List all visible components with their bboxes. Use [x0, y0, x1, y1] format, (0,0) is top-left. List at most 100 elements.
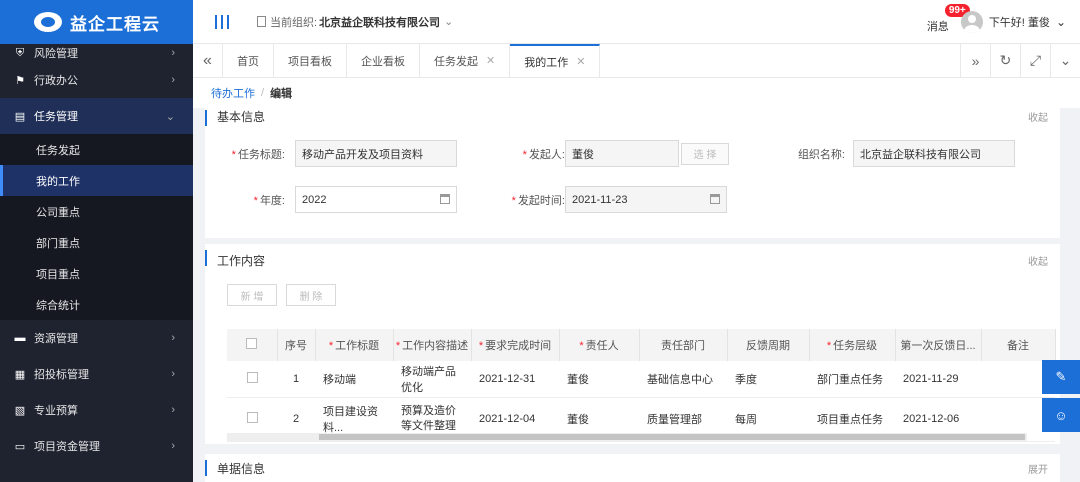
- field-value: 北京益企联科技有限公司: [860, 148, 981, 161]
- user-greeting[interactable]: 下午好! 董俊: [989, 14, 1050, 30]
- messages-label: 消息: [926, 21, 949, 33]
- menu-toggle-icon[interactable]: [215, 14, 229, 29]
- refresh-icon[interactable]: ↻: [990, 44, 1020, 77]
- doc-info-panel: 单据信息 展开: [205, 454, 1060, 482]
- close-icon[interactable]: ✕: [576, 55, 585, 68]
- cell-first-feedback: 2021-11-29: [895, 361, 981, 398]
- flag-icon: ⚑: [15, 74, 25, 87]
- org-name-input[interactable]: 北京益企联科技有限公司: [853, 140, 1015, 167]
- task-title-input[interactable]: 移动产品开发及项目资料: [295, 140, 457, 167]
- submenu-item-project-focus[interactable]: 项目重点: [0, 258, 193, 289]
- submenu-item-task-start[interactable]: 任务发起: [0, 134, 193, 165]
- org-name: 北京益企联科技有限公司: [319, 16, 441, 29]
- top-header: 当前组织: 北京益企联科技有限公司 ⌄ 消息 99+ 下午好! 董俊 ⌄: [193, 0, 1080, 44]
- sidebar-item-funds[interactable]: ▭ 项目资金管理 ›: [0, 428, 193, 464]
- row-checkbox[interactable]: [246, 412, 258, 423]
- start-time-picker[interactable]: 2021-11-23: [565, 186, 727, 213]
- org-name-field: 组织名称: 北京益企联科技有限公司: [775, 140, 1015, 167]
- submenu-item-my-work[interactable]: 我的工作: [0, 165, 193, 196]
- calendar-icon: [710, 194, 720, 204]
- field-label: 任务标题:: [237, 148, 285, 161]
- avatar[interactable]: [960, 11, 983, 33]
- work-content-panel: 工作内容 收起 新 增 删 除 序号 * 工作标题 * 工作内容描述 * 要求完成时间…: [205, 244, 1060, 444]
- column-header: 第一次反馈日...: [895, 329, 982, 361]
- cell-due: 2021-12-31: [471, 361, 559, 398]
- clipboard-icon: ▤: [14, 110, 26, 123]
- year-field: * 年度: 2022: [215, 186, 457, 213]
- sidebar-item-label: 专业预算: [34, 405, 78, 417]
- chevron-right-icon: ›: [171, 74, 175, 86]
- submenu-item-statistics[interactable]: 综合统计: [0, 289, 193, 320]
- field-label: 发起人:: [528, 148, 565, 161]
- field-value: 2021-11-23: [572, 193, 628, 206]
- column-header: * 要求完成时间: [471, 329, 560, 361]
- chevron-down-icon[interactable]: ⌄: [1056, 15, 1066, 29]
- delete-row-button[interactable]: 删 除: [286, 284, 336, 306]
- work-content-table: 序号 * 工作标题 * 工作内容描述 * 要求完成时间 * 责任人 责任部门 反馈周期 …: [227, 329, 1056, 442]
- choose-initiator-button[interactable]: 选 择: [681, 142, 729, 165]
- tab-project-board[interactable]: 项目看板: [274, 44, 347, 77]
- add-row-button[interactable]: 新 增: [227, 284, 277, 306]
- submenu-item-company-focus[interactable]: 公司重点: [0, 196, 193, 227]
- cell-desc: 移动端产品优化: [393, 361, 471, 398]
- sidebar-item-task-management[interactable]: ▤ 任务管理 ⌄: [0, 98, 193, 134]
- section-title: 基本信息: [217, 109, 266, 124]
- document-icon: ▦: [14, 368, 26, 381]
- cell-no: 1: [277, 361, 315, 398]
- wallet-icon: ▭: [14, 440, 26, 453]
- breadcrumb-parent[interactable]: 待办工作: [211, 85, 255, 101]
- column-header: 责任部门: [639, 329, 728, 361]
- contact-icon[interactable]: ☺: [1042, 398, 1080, 432]
- fullscreen-icon[interactable]: ⤢: [1020, 44, 1050, 77]
- tab-task-start[interactable]: 任务发起 ✕: [420, 44, 511, 77]
- tab-home[interactable]: 首页: [223, 44, 274, 77]
- select-all-checkbox[interactable]: [246, 338, 258, 349]
- messages-button[interactable]: 消息 99+: [926, 4, 970, 34]
- column-header: 备注: [981, 329, 1056, 361]
- org-prefix: 当前组织:: [270, 16, 318, 29]
- close-icon[interactable]: ✕: [486, 54, 495, 67]
- edit-note-icon[interactable]: ✎: [1042, 360, 1080, 394]
- column-header: * 任务层级: [809, 329, 896, 361]
- field-value: 2022: [302, 193, 327, 206]
- year-picker[interactable]: 2022: [295, 186, 457, 213]
- basic-info-collapse[interactable]: 收起: [1028, 109, 1048, 124]
- initiator-input[interactable]: 董俊: [565, 140, 679, 167]
- app-logo[interactable]: 益企工程云: [0, 0, 193, 44]
- org-selector[interactable]: 当前组织: 北京益企联科技有限公司 ⌄: [257, 14, 453, 30]
- column-header: * 工作内容描述: [393, 329, 472, 361]
- tab-enterprise-board[interactable]: 企业看板: [347, 44, 420, 77]
- cell-level: 部门重点任务: [809, 361, 895, 398]
- chevron-right-icon: ›: [171, 332, 175, 344]
- field-label: 发起时间:: [517, 194, 565, 207]
- tabs-scroll-right-icon[interactable]: »: [960, 44, 990, 77]
- section-title: 工作内容: [217, 253, 266, 268]
- breadcrumb-separator: /: [261, 87, 265, 99]
- chevron-right-icon: ›: [171, 368, 175, 380]
- tab-label: 企业看板: [361, 55, 405, 68]
- scrollbar-thumb[interactable]: [319, 434, 1025, 440]
- task-title-field: * 任务标题: 移动产品开发及项目资料: [215, 140, 457, 167]
- doc-info-expand[interactable]: 展开: [1028, 461, 1048, 476]
- table-row[interactable]: 1 移动端 移动端产品优化 2021-12-31 董俊 基础信息中心 季度 部门…: [227, 361, 1055, 398]
- sidebar-item-label: 任务管理: [34, 111, 78, 123]
- task-submenu: 任务发起 我的工作 公司重点 部门重点 项目重点 综合统计: [0, 134, 193, 320]
- sidebar-item-budget[interactable]: ▧ 专业预算 ›: [0, 392, 193, 428]
- sidebar-item-risk[interactable]: ⛨ 风险管理 ›: [0, 44, 193, 62]
- table-horizontal-scrollbar[interactable]: [227, 433, 1027, 441]
- submenu-item-dept-focus[interactable]: 部门重点: [0, 227, 193, 258]
- chevron-right-icon: ›: [171, 440, 175, 452]
- work-content-collapse[interactable]: 收起: [1028, 253, 1048, 268]
- row-checkbox[interactable]: [246, 371, 258, 383]
- tabs-scroll-left-icon[interactable]: «: [193, 44, 223, 77]
- sidebar-item-resources[interactable]: ▬ 资源管理 ›: [0, 320, 193, 356]
- sidebar-item-bidding[interactable]: ▦ 招投标管理 ›: [0, 356, 193, 392]
- cell-title: 移动端: [315, 361, 393, 398]
- sidebar-item-label: 项目资金管理: [34, 441, 100, 453]
- sidebar: 益企工程云 ⛨ 风险管理 › ⚑ 行政办公 › ▤ 任务管理 ⌄ 任务发起 我的…: [0, 0, 193, 482]
- tab-my-work[interactable]: 我的工作 ✕: [510, 44, 601, 77]
- basic-info-panel: 基本信息 收起 * 任务标题: 移动产品开发及项目资料 * 发起人: 董俊 选 择 …: [205, 104, 1060, 238]
- chevron-down-icon[interactable]: ⌄: [1050, 44, 1080, 77]
- sidebar-item-admin[interactable]: ⚑ 行政办公 ›: [0, 62, 193, 98]
- doc-info-header: 单据信息 展开: [205, 454, 1060, 482]
